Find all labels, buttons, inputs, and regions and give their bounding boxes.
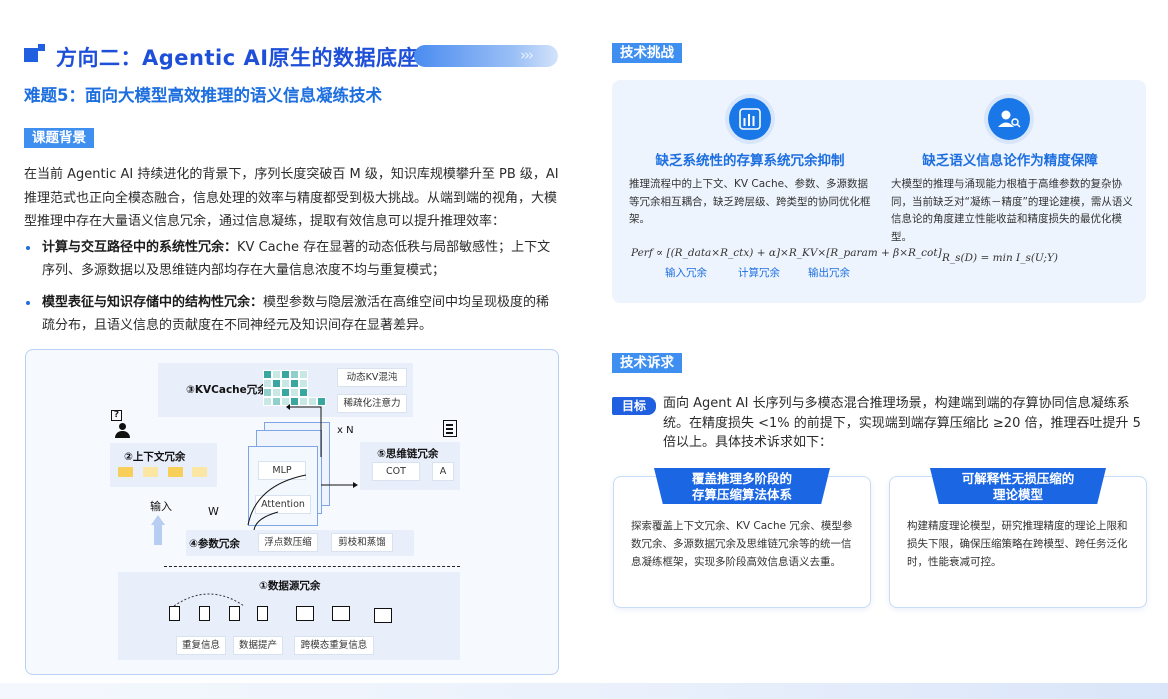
background-tag: 课题背景 xyxy=(24,128,94,148)
challenge-formula: R_s(D) = min I_s(U;Y) xyxy=(942,252,1058,264)
up-arrow-icon xyxy=(151,515,165,545)
ds-chip-duplicate: 重复信息 xyxy=(176,636,226,655)
context-token xyxy=(118,467,133,477)
title-line: 覆盖推理多阶段的 xyxy=(691,471,792,486)
bar-chart-icon xyxy=(729,98,771,140)
goal-text: 面向 Agent AI 长序列与多模态混合推理场景，构建端到端的存算协同信息凝练… xyxy=(663,396,1141,450)
question-mark: ? xyxy=(111,410,122,421)
image-icon xyxy=(296,606,314,621)
bullet-bold: 模型表征与知识存储中的结构性冗余： xyxy=(42,295,264,310)
challenge-title: 缺乏语义信息论作为精度保障 xyxy=(922,153,1098,169)
kv-chip-dynamic: 动态KV混沌 xyxy=(337,368,407,387)
section-title: 方向二：Agentic AI原生的数据底座 xyxy=(56,46,420,70)
requirement-card-title: 覆盖推理多阶段的 存算压缩算法体系 xyxy=(654,468,830,504)
challenge-title: 缺乏系统性的存算系统冗余抑制 xyxy=(655,153,845,169)
challenge-formula: Perf ∝ [(R_data×R_ctx) + α]×R_KV×[R_para… xyxy=(631,247,942,259)
document-icon xyxy=(169,606,180,621)
requirement-card-title: 可解释性无损压缩的 理论模型 xyxy=(930,468,1106,504)
tech-challenge-tag: 技术挑战 xyxy=(612,43,682,63)
challenge-panel: 缺乏系统性的存算系统冗余抑制 推理流程中的上下文、KV Cache、参数、多源数… xyxy=(612,80,1146,303)
requirement-card-text: 探索覆盖上下文冗余、KV Cache 冗余、模型参数冗余、多源数据冗余及思维链冗… xyxy=(631,520,853,568)
user-search-icon xyxy=(988,98,1030,140)
title-line: 理论模型 xyxy=(992,487,1043,502)
datasource-label: ①数据源冗余 xyxy=(259,580,321,592)
kvcache-label: ③KVCache冗余 xyxy=(186,384,268,396)
tech-requirement-tag: 技术诉求 xyxy=(612,353,682,373)
formula-label-compute: 计算冗余 xyxy=(738,267,780,279)
background-paragraph: 在当前 Agentic AI 持续进化的背景下，序列长度突破百 M 级，知识库规… xyxy=(24,167,559,229)
bullet-dot-icon xyxy=(26,246,30,250)
requirement-card-text: 构建精度理论模型，研究推理精度的理论上限和损失下限，确保压缩策略在跨模型、跨任务… xyxy=(907,520,1128,568)
context-token xyxy=(143,467,158,477)
challenge-text: 推理流程中的上下文、KV Cache、参数、多源数据等冗余相互耦合，缺乏跨层级、… xyxy=(629,178,871,225)
param-label: ④参数冗余 xyxy=(189,538,240,550)
image-icon xyxy=(374,608,392,623)
ds-chip-data: 数据提产 xyxy=(233,636,283,655)
document-icon xyxy=(229,606,240,621)
header-decor-bar: ››› xyxy=(414,45,558,67)
document-icon xyxy=(199,606,210,621)
user-question-icon: ? xyxy=(111,410,133,440)
image-icon xyxy=(332,606,350,621)
redundancy-diagram: ③KVCache冗余 动态KV混沌 稀疏化注意力 ? ②上下文冗余 输入 MLP… xyxy=(25,349,559,675)
divider xyxy=(164,566,460,567)
cot-region-label: ⑤思维链冗余 xyxy=(377,448,439,460)
footer-decoration xyxy=(0,683,1168,699)
title-line: 可解释性无损压缩的 xyxy=(961,471,1075,486)
problem-title: 难题5：面向大模型高效推理的语义信息凝练技术 xyxy=(24,86,382,105)
formula-label-output: 输出冗余 xyxy=(808,267,850,279)
formula-label-input: 输入冗余 xyxy=(665,267,707,279)
context-token xyxy=(192,467,207,477)
data-arc xyxy=(173,593,245,607)
document-list-icon xyxy=(443,420,457,437)
param-chip-prune: 剪枝和蒸馏 xyxy=(331,533,393,552)
bullet-dot-icon xyxy=(26,301,30,305)
cot-chip: COT xyxy=(372,462,420,481)
bullet-item: 计算与交互路径中的系统性冗余：KV Cache 存在显著的动态低秩与局部敏感性；… xyxy=(24,236,559,282)
answer-chip: A xyxy=(432,462,454,481)
section-header: 方向二：Agentic AI原生的数据底座 ››› xyxy=(24,42,558,70)
bullet-bold: 计算与交互路径中的系统性冗余： xyxy=(42,240,238,255)
param-chip-float: 浮点数压缩 xyxy=(258,533,318,552)
document-icon xyxy=(257,606,268,621)
bullet-item: 模型表征与知识存储中的结构性冗余：模型参数与隐层激活在高维空间中均呈现极度的稀疏… xyxy=(24,291,559,337)
chevron-right-icon: ››› xyxy=(520,46,534,64)
input-label: 输入 xyxy=(150,500,172,513)
challenge-text: 大模型的推理与涌现能力根植于高维参数的复杂协同，当前缺乏对“凝练－精度”的理论建… xyxy=(891,178,1133,243)
context-label: ②上下文冗余 xyxy=(124,451,186,463)
title-line: 存算压缩算法体系 xyxy=(691,487,792,502)
context-token xyxy=(168,467,183,477)
ds-chip-crossmodal: 跨模态重复信息 xyxy=(294,636,374,655)
goal-tag: 目标 xyxy=(612,397,656,415)
section-marker-icon xyxy=(24,44,46,66)
